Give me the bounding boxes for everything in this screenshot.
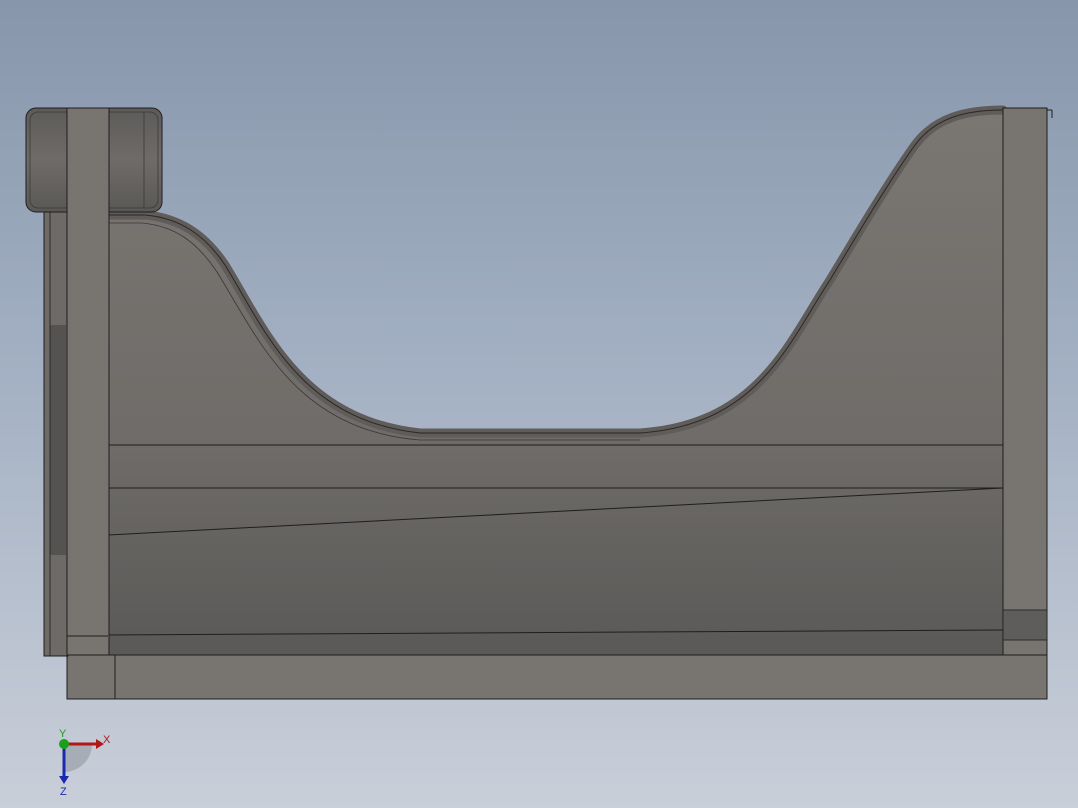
- coordinate-triad: X Y Z: [59, 728, 111, 798]
- left-front-pillar[interactable]: [66, 107, 110, 656]
- triad-y-label: Y: [59, 728, 67, 740]
- triad-z-arrowhead: [59, 776, 69, 784]
- graphics-viewport[interactable]: X Y Z: [0, 0, 1078, 808]
- triad-plane-quadrant: [64, 744, 92, 772]
- triad-y-axis-dot: [59, 739, 69, 749]
- left-rear-post-shadow: [50, 325, 66, 555]
- saddle-body[interactable]: [107, 109, 1004, 656]
- right-end-plate-foot: [1002, 609, 1048, 641]
- triad-z-label: Z: [60, 786, 67, 798]
- cad-model-view[interactable]: [0, 0, 1078, 808]
- triad-x-label: X: [103, 734, 111, 746]
- base-plate[interactable]: [66, 654, 1048, 700]
- right-end-plate[interactable]: [1002, 107, 1048, 656]
